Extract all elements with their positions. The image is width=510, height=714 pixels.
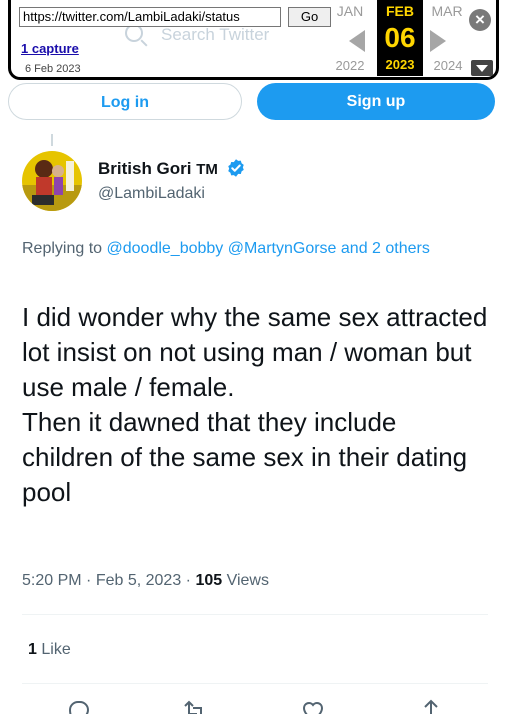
- next-year-link[interactable]: 2024: [426, 58, 470, 73]
- tweet-text-line: Then it dawned that they include childre…: [22, 407, 468, 507]
- prev-month-link[interactable]: JAN: [330, 3, 370, 19]
- search-placeholder: Search Twitter: [161, 25, 270, 44]
- next-month-link[interactable]: MAR: [427, 3, 467, 19]
- share-icon[interactable]: [418, 698, 444, 714]
- divider: [22, 614, 488, 615]
- thread-connector: [51, 134, 53, 146]
- tweet-meta: 5:20 PM · Feb 5, 2023 · 105 Views: [22, 572, 269, 589]
- next-capture-arrow-icon[interactable]: [430, 30, 446, 52]
- views-count: 105: [195, 572, 223, 589]
- prev-year-link[interactable]: 2022: [328, 58, 372, 73]
- capture-date: 6 Feb 2023: [25, 63, 81, 75]
- close-icon[interactable]: ×: [469, 9, 491, 31]
- current-day: 06: [384, 22, 416, 53]
- wayback-toolbar: Search Twitter https://twitter.com/Lambi…: [8, 0, 499, 80]
- reply-mention-others[interactable]: and 2 others: [341, 240, 430, 257]
- avatar[interactable]: [22, 151, 82, 211]
- like-icon[interactable]: [300, 698, 326, 714]
- collapse-toolbar-icon[interactable]: [471, 60, 493, 76]
- name-suffix: TM: [196, 161, 218, 178]
- reply-mention-doodle-bobby[interactable]: @doodle_bobby: [107, 240, 224, 257]
- prev-capture-arrow-icon[interactable]: [349, 30, 365, 52]
- display-name[interactable]: British Gori: [98, 159, 192, 178]
- current-month: FEB: [386, 3, 414, 19]
- signup-button[interactable]: Sign up: [257, 83, 495, 120]
- replying-to: Replying to @doodle_bobby @MartynGorse a…: [22, 236, 482, 261]
- retweet-icon[interactable]: [182, 698, 208, 714]
- replying-prefix: Replying to: [22, 240, 103, 257]
- wayback-url-input[interactable]: https://twitter.com/LambiLadaki/status: [19, 7, 281, 27]
- likes-count: 1: [28, 641, 37, 658]
- tweet-text-line: I did wonder why the same sex attracted …: [22, 302, 488, 402]
- verified-badge-icon: [226, 158, 246, 178]
- display-name-row[interactable]: British Gori TM: [98, 158, 246, 179]
- likes-stat[interactable]: 1 Like: [28, 641, 71, 659]
- background-search-bar: Search Twitter: [125, 24, 269, 45]
- current-capture-date: FEB 06 2023: [377, 0, 423, 76]
- user-handle[interactable]: @LambiLadaki: [98, 185, 205, 203]
- login-button[interactable]: Log in: [8, 83, 242, 120]
- wayback-go-button[interactable]: Go: [288, 7, 331, 27]
- tweet-date[interactable]: Feb 5, 2023: [96, 572, 181, 589]
- likes-label: Like: [41, 641, 71, 658]
- current-year: 2023: [385, 57, 415, 72]
- reply-mention-martyngorse[interactable]: @MartynGorse: [228, 240, 337, 257]
- captures-link[interactable]: 1 capture: [21, 41, 79, 56]
- reply-icon[interactable]: [66, 698, 92, 714]
- tweet-time[interactable]: 5:20 PM: [22, 572, 82, 589]
- tweet-text: I did wonder why the same sex attracted …: [22, 300, 492, 510]
- divider: [22, 683, 488, 684]
- views-label: Views: [226, 572, 269, 589]
